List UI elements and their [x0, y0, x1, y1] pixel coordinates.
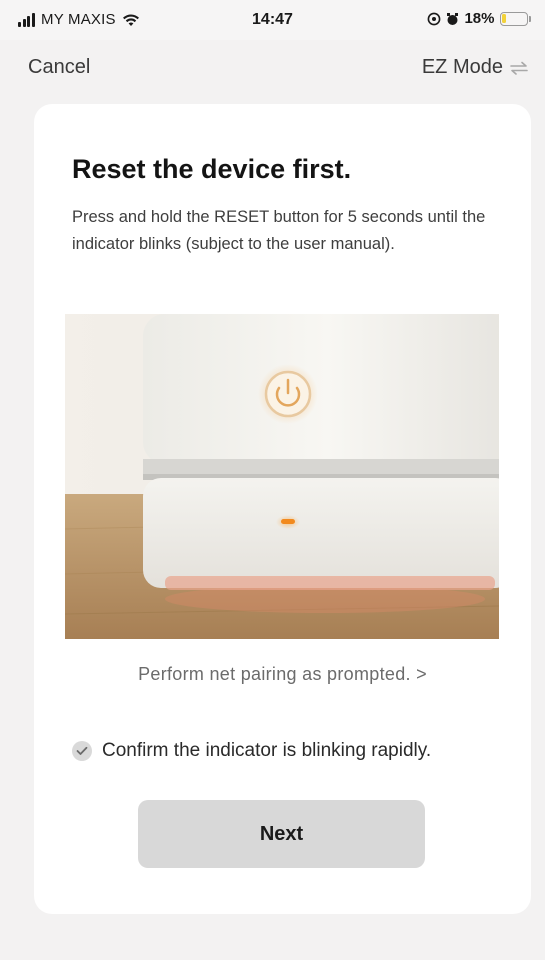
confirm-indicator-checkbox[interactable]: Confirm the indicator is blinking rapidl…: [72, 740, 431, 762]
location-icon: [428, 12, 441, 25]
battery-percent: 18%: [464, 10, 495, 27]
nav-bar: Cancel EZ Mode: [0, 40, 545, 96]
ez-mode-button[interactable]: EZ Mode: [422, 56, 529, 79]
battery-icon: [499, 11, 531, 26]
reset-instructions: Press and hold the RESET button for 5 se…: [72, 208, 486, 253]
next-button[interactable]: Next: [138, 800, 425, 868]
check-icon: [72, 741, 92, 761]
alarm-icon: [447, 12, 459, 25]
confirm-label: Confirm the indicator is blinking rapidl…: [102, 740, 432, 761]
net-pairing-link[interactable]: Perform net pairing as prompted. >: [34, 664, 531, 685]
cancel-button[interactable]: Cancel: [28, 56, 90, 79]
swap-arrows-icon: [510, 61, 528, 75]
page-title: Reset the device first.: [72, 154, 352, 184]
device-reset-illustration: [65, 314, 499, 639]
reset-card: Reset the device first. Press and hold t…: [34, 104, 531, 914]
ez-mode-label: EZ Mode: [421, 56, 503, 78]
status-bar: MY MAXIS 14:47 18%: [0, 0, 545, 40]
status-right: 18%: [427, 10, 531, 27]
